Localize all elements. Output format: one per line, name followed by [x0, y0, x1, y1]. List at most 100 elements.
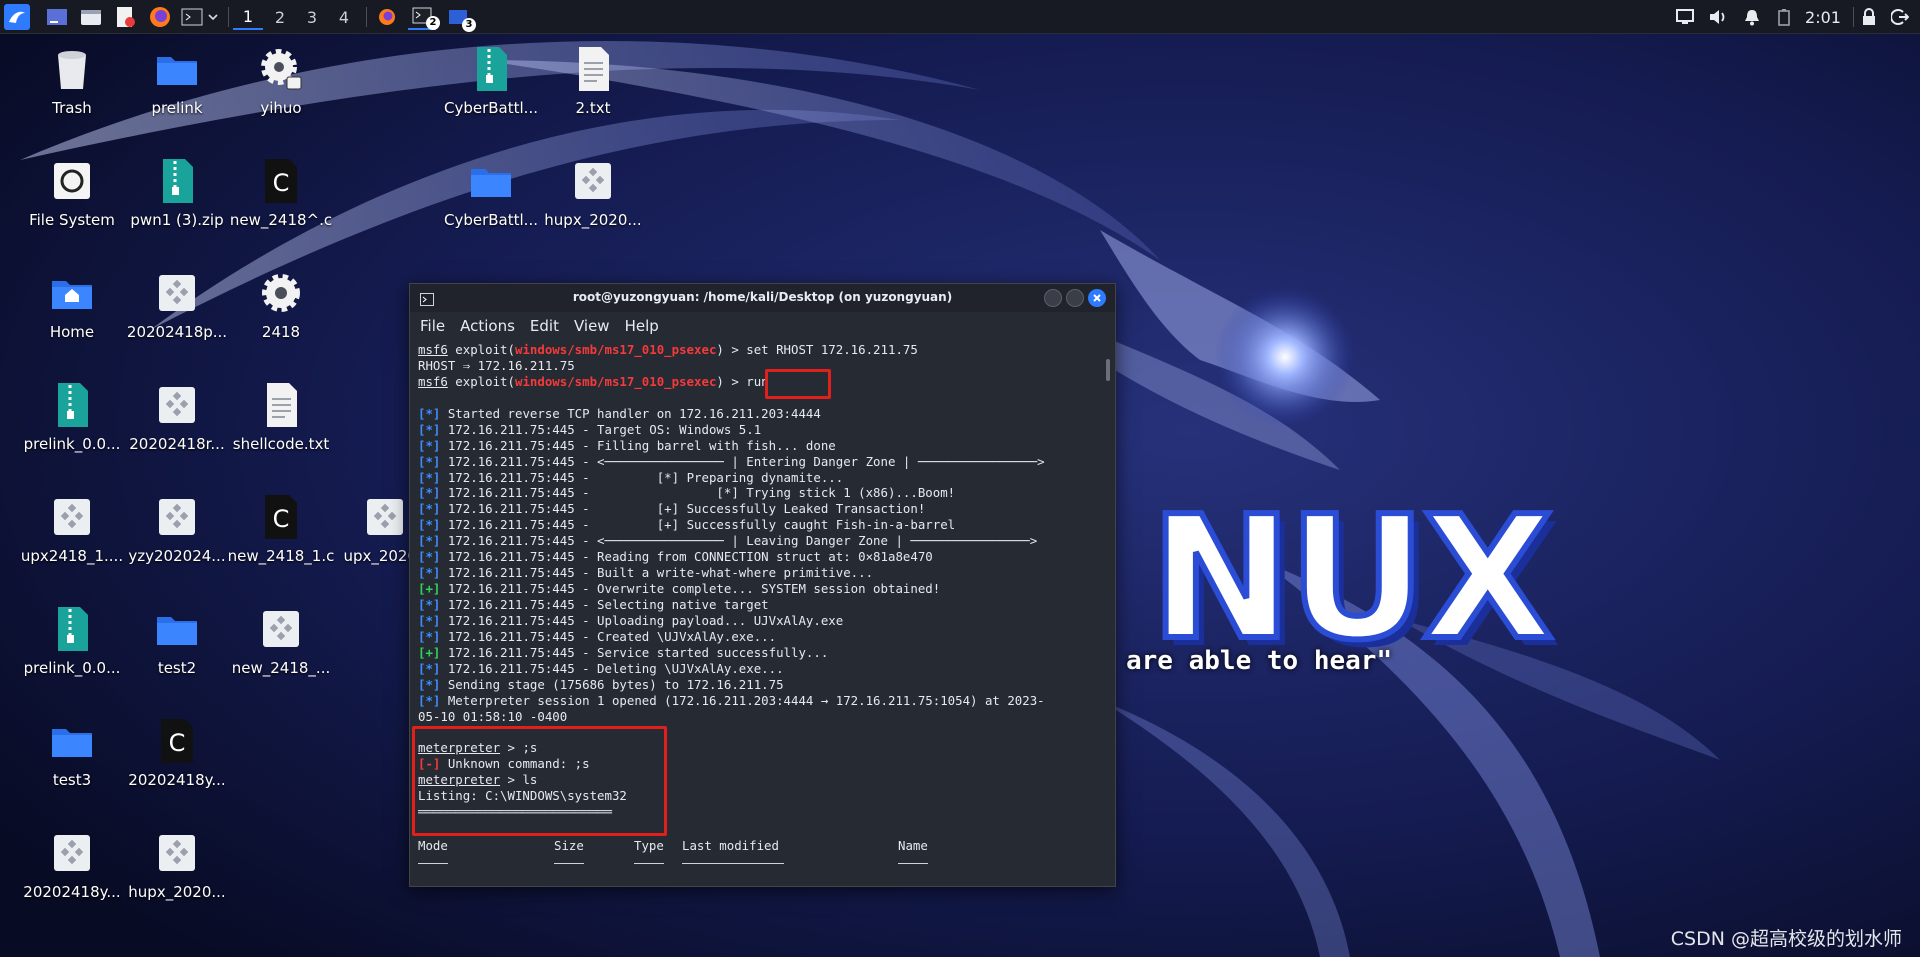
terminal-launcher-icon[interactable] — [180, 4, 204, 30]
kali-menu-icon[interactable] — [3, 4, 31, 30]
desktop-icon-label: yzy202024... — [128, 547, 226, 565]
firefox-icon[interactable] — [147, 4, 173, 30]
desktop-icon[interactable]: test3 — [17, 717, 127, 789]
chevron-down-icon[interactable] — [206, 4, 220, 30]
terminal-line: [*] 172.16.211.75:445 - Target OS: Windo… — [418, 422, 1098, 438]
desktop-icon[interactable]: 20202418r... — [122, 381, 232, 453]
display-icon[interactable] — [1672, 4, 1698, 30]
desktop-icon[interactable]: prelink_0.0... — [17, 381, 127, 453]
svg-text:C: C — [273, 505, 290, 533]
menu-file[interactable]: File — [420, 317, 445, 335]
terminal-line: [*] 172.16.211.75:445 - [*] Trying stick… — [418, 485, 1098, 501]
desktop-icon[interactable]: new_2418_... — [226, 605, 336, 677]
lock-screen-icon[interactable] — [1857, 4, 1881, 30]
desktop-icon-label: 2.txt — [575, 99, 611, 117]
binary-file-icon — [122, 829, 232, 877]
desktop-icon[interactable]: 2.txt — [538, 45, 648, 117]
binary-file-icon — [17, 493, 127, 541]
workspace-4[interactable]: 4 — [329, 4, 359, 30]
volume-icon[interactable] — [1705, 4, 1731, 30]
menu-actions[interactable]: Actions — [460, 317, 515, 335]
terminal-text: [*] — [418, 501, 441, 517]
desktop-icon[interactable]: prelink_0.0... — [17, 605, 127, 677]
desktop-icon-label: upx2418_1.... — [20, 547, 124, 565]
menu-view[interactable]: View — [574, 317, 610, 335]
desktop-icon-label: Trash — [52, 99, 92, 117]
gear-lock-icon — [226, 45, 336, 93]
desktop-icon[interactable]: Trash — [17, 45, 127, 117]
desktop-icon[interactable]: Home — [17, 269, 127, 341]
terminal-line: [*] 172.16.211.75:445 - Reading from CON… — [418, 549, 1098, 565]
text-file-icon — [226, 381, 336, 429]
binary-file-icon — [17, 829, 127, 877]
desktop-icon-label: prelink — [151, 99, 203, 117]
folder-icon — [122, 45, 232, 93]
terminal-text: msf6 — [418, 342, 448, 357]
desktop-icon[interactable]: shellcode.txt — [226, 381, 336, 453]
menu-help[interactable]: Help — [625, 317, 659, 335]
terminal-text: [*] — [418, 597, 441, 612]
terminal-text: 172.16.211.75:445 - Filling barrel with … — [440, 437, 836, 453]
desktop-icon-label: 20202418y... — [128, 771, 226, 789]
c-file-icon: C — [122, 717, 232, 765]
maximize-button[interactable] — [1066, 289, 1084, 307]
terminal-line: msf6 exploit(windows/smb/ms17_010_psexec… — [418, 374, 1098, 390]
desktop-icon[interactable]: pwn1 (3).zip — [122, 157, 232, 229]
terminal-text: [*] — [418, 533, 441, 549]
trash-icon — [17, 45, 127, 93]
terminal-line: [+] 172.16.211.75:445 - Service started … — [418, 645, 1098, 661]
firefox-task-icon[interactable] — [374, 4, 400, 30]
clock[interactable]: 2:01 — [1802, 4, 1844, 30]
terminal-line: [*] 172.16.211.75:445 - Selecting native… — [418, 597, 1098, 613]
desktop-icon[interactable]: hupx_2020... — [122, 829, 232, 901]
terminal-text: [*] — [418, 612, 441, 628]
battery-icon[interactable] — [1773, 4, 1795, 30]
workspace-2[interactable]: 2 — [265, 4, 295, 30]
desktop-icon[interactable]: yzy202024... — [122, 493, 232, 565]
column-last-modified: Last modified — [682, 838, 784, 864]
desktop-icon[interactable]: File System — [17, 157, 127, 229]
terminal-text: Started reverse TCP handler on 172.16.21… — [440, 405, 821, 421]
zip-icon — [436, 45, 546, 93]
desktop-icon[interactable]: C 20202418y... — [122, 717, 232, 789]
desktop-icon-label: 20202418p... — [126, 323, 228, 341]
virtualbox-task-icon[interactable]: 3 — [444, 4, 476, 32]
workspace-3[interactable]: 3 — [297, 4, 327, 30]
terminal-task-icon[interactable]: 2 — [408, 4, 440, 30]
desktop-icon-label: Home — [49, 323, 95, 341]
close-button[interactable] — [1088, 289, 1106, 307]
notifications-bell-icon[interactable] — [1740, 4, 1764, 30]
file-manager-icon[interactable] — [78, 4, 104, 30]
zip-icon — [122, 157, 232, 205]
zip-icon — [17, 381, 127, 429]
desktop-icon[interactable]: hupx_2020... — [538, 157, 648, 229]
desktop-icon[interactable]: test2 — [122, 605, 232, 677]
terminal-line: [*] Sending stage (175686 bytes) to 172.… — [418, 677, 1098, 693]
desktop-icon[interactable]: Cnew_2418_1.c — [226, 493, 336, 565]
highlight-run-command — [765, 369, 831, 399]
logout-icon[interactable] — [1888, 4, 1912, 30]
terminal-line: [*] 172.16.211.75:445 - [+] Successfully… — [418, 501, 1098, 517]
text-editor-icon[interactable] — [112, 4, 138, 30]
desktop-icon[interactable]: 2418 — [226, 269, 336, 341]
workspace-1[interactable]: 1 — [233, 4, 263, 30]
desktop-icon[interactable]: CyberBattl... — [436, 45, 546, 117]
desktop-icon[interactable]: upx2418_1.... — [17, 493, 127, 565]
terminal-line: [*] 172.16.211.75:445 - Deleting \UJVxAl… — [418, 661, 1098, 677]
desktop-icon[interactable]: prelink — [122, 45, 232, 117]
desktop-icon-label: 20202418y... — [23, 883, 121, 901]
desktop-icon[interactable]: Cnew_2418^.c — [226, 157, 336, 229]
desktop-icon[interactable]: yihuo — [226, 45, 336, 117]
c-file-icon: C — [226, 493, 336, 541]
terminal-scrollbar[interactable] — [1106, 359, 1110, 381]
desktop-icon[interactable]: 20202418p... — [122, 269, 232, 341]
desktop-icon[interactable]: 20202418y... — [17, 829, 127, 901]
minimize-button[interactable] — [1044, 289, 1062, 307]
menu-edit[interactable]: Edit — [530, 317, 559, 335]
desktop-icon[interactable]: CyberBattl... — [436, 157, 546, 229]
terminal-text: 172.16.211.75:445 - Reading from CONNECT… — [440, 549, 933, 565]
terminal-titlebar[interactable]: root@yuzongyuan: /home/kali/Desktop (on … — [410, 284, 1115, 312]
terminal-text: ) > run — [716, 373, 769, 389]
show-desktop-icon[interactable] — [44, 4, 70, 30]
